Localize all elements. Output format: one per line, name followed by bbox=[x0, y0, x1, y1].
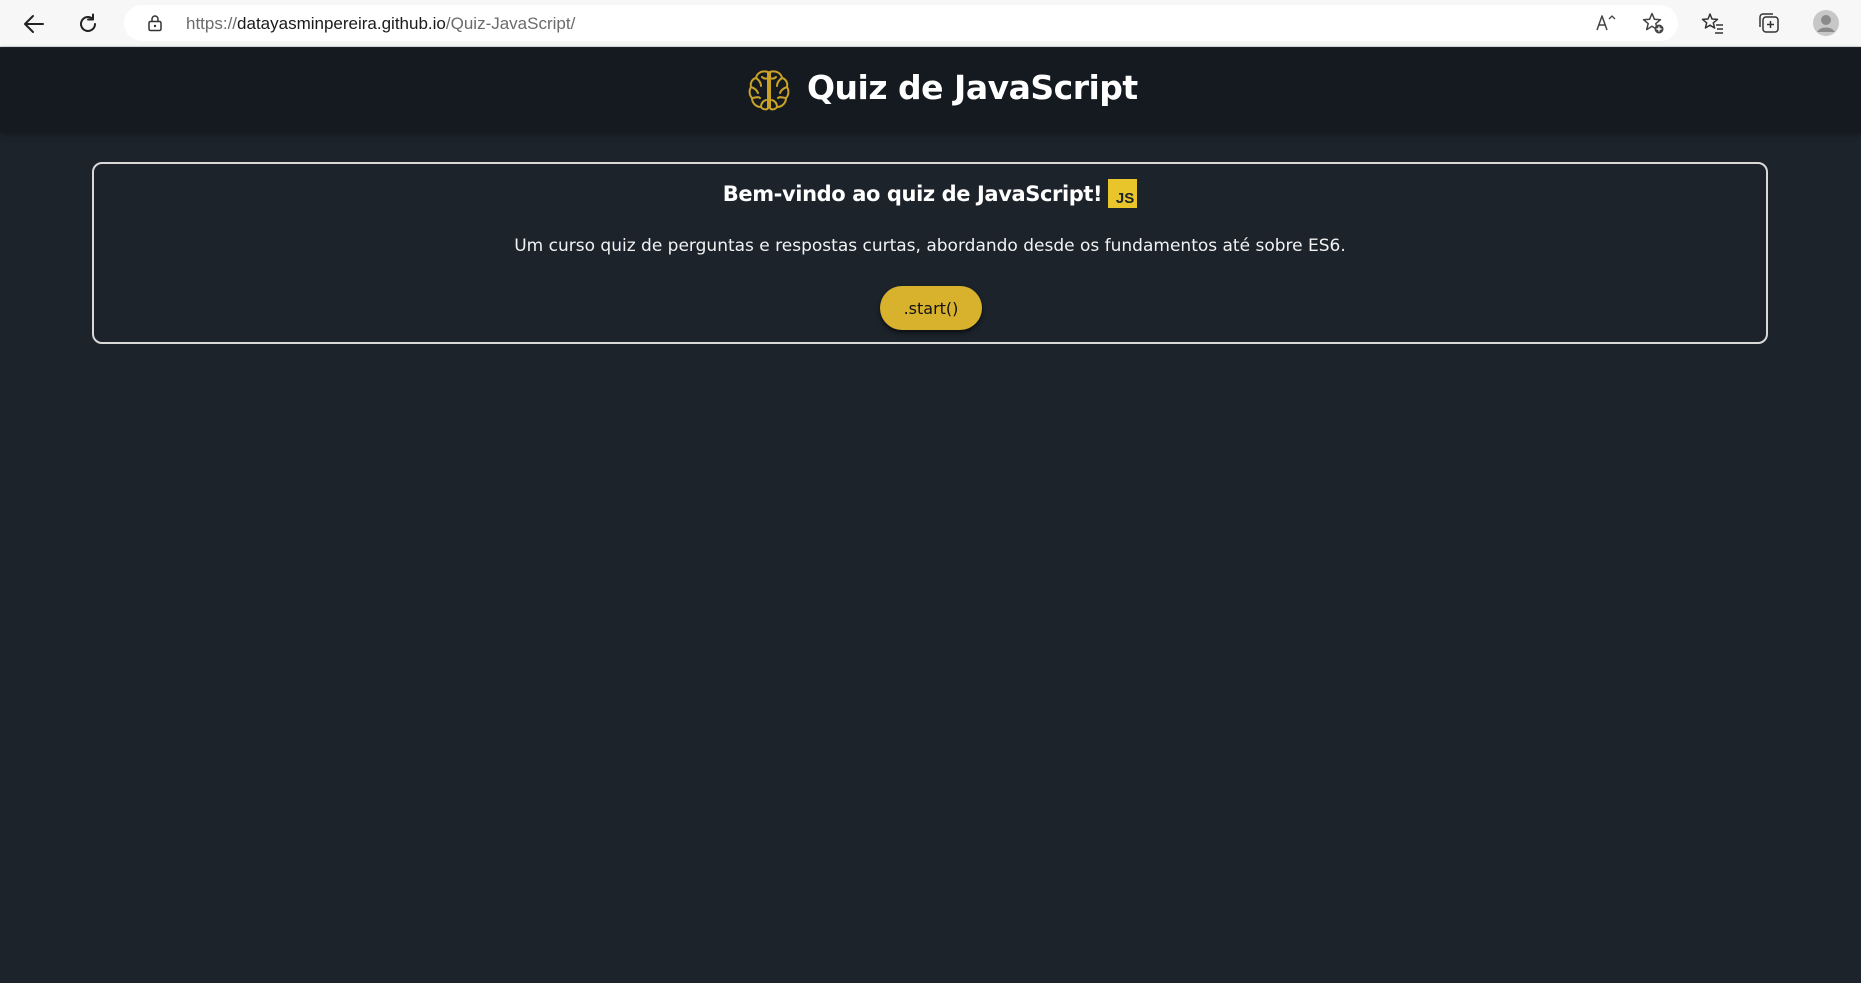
welcome-heading: Bem-vindo ao quiz de JavaScript! bbox=[722, 181, 1103, 206]
url-domain: datayasminpereira.github.io bbox=[237, 14, 446, 33]
back-button[interactable] bbox=[18, 8, 50, 40]
collections-icon[interactable] bbox=[1755, 9, 1783, 37]
welcome-heading-row: Bem-vindo ao quiz de JavaScript! JS bbox=[94, 179, 1766, 208]
read-aloud-icon[interactable] bbox=[1594, 11, 1618, 35]
favorites-icon[interactable] bbox=[1699, 9, 1727, 37]
address-bar[interactable]: https://datayasminpereira.github.io/Quiz… bbox=[124, 5, 1678, 41]
js-badge-label: JS bbox=[1115, 190, 1135, 207]
start-button[interactable]: .start() bbox=[880, 286, 982, 330]
url-text[interactable]: https://datayasminpereira.github.io/Quiz… bbox=[186, 14, 575, 34]
lock-icon[interactable] bbox=[146, 14, 164, 32]
browser-toolbar: https://datayasminpereira.github.io/Quiz… bbox=[0, 0, 1861, 47]
url-prefix: https:// bbox=[186, 14, 238, 33]
js-logo-icon: JS bbox=[1108, 179, 1138, 208]
reload-button[interactable] bbox=[72, 8, 104, 40]
welcome-description: Um curso quiz de perguntas e respostas c… bbox=[514, 236, 1346, 256]
brain-icon bbox=[748, 70, 790, 111]
welcome-card: Bem-vindo ao quiz de JavaScript! JS Um c… bbox=[92, 162, 1768, 344]
reload-icon bbox=[80, 13, 96, 32]
add-favorite-icon[interactable] bbox=[1641, 11, 1665, 35]
url-path: /Quiz-JavaScript/ bbox=[445, 14, 576, 33]
site-header: Quiz de JavaScript bbox=[0, 48, 1861, 132]
profile-icon[interactable] bbox=[1812, 9, 1840, 37]
page-title: Quiz de JavaScript bbox=[807, 68, 1138, 107]
back-arrow-icon bbox=[24, 15, 44, 33]
